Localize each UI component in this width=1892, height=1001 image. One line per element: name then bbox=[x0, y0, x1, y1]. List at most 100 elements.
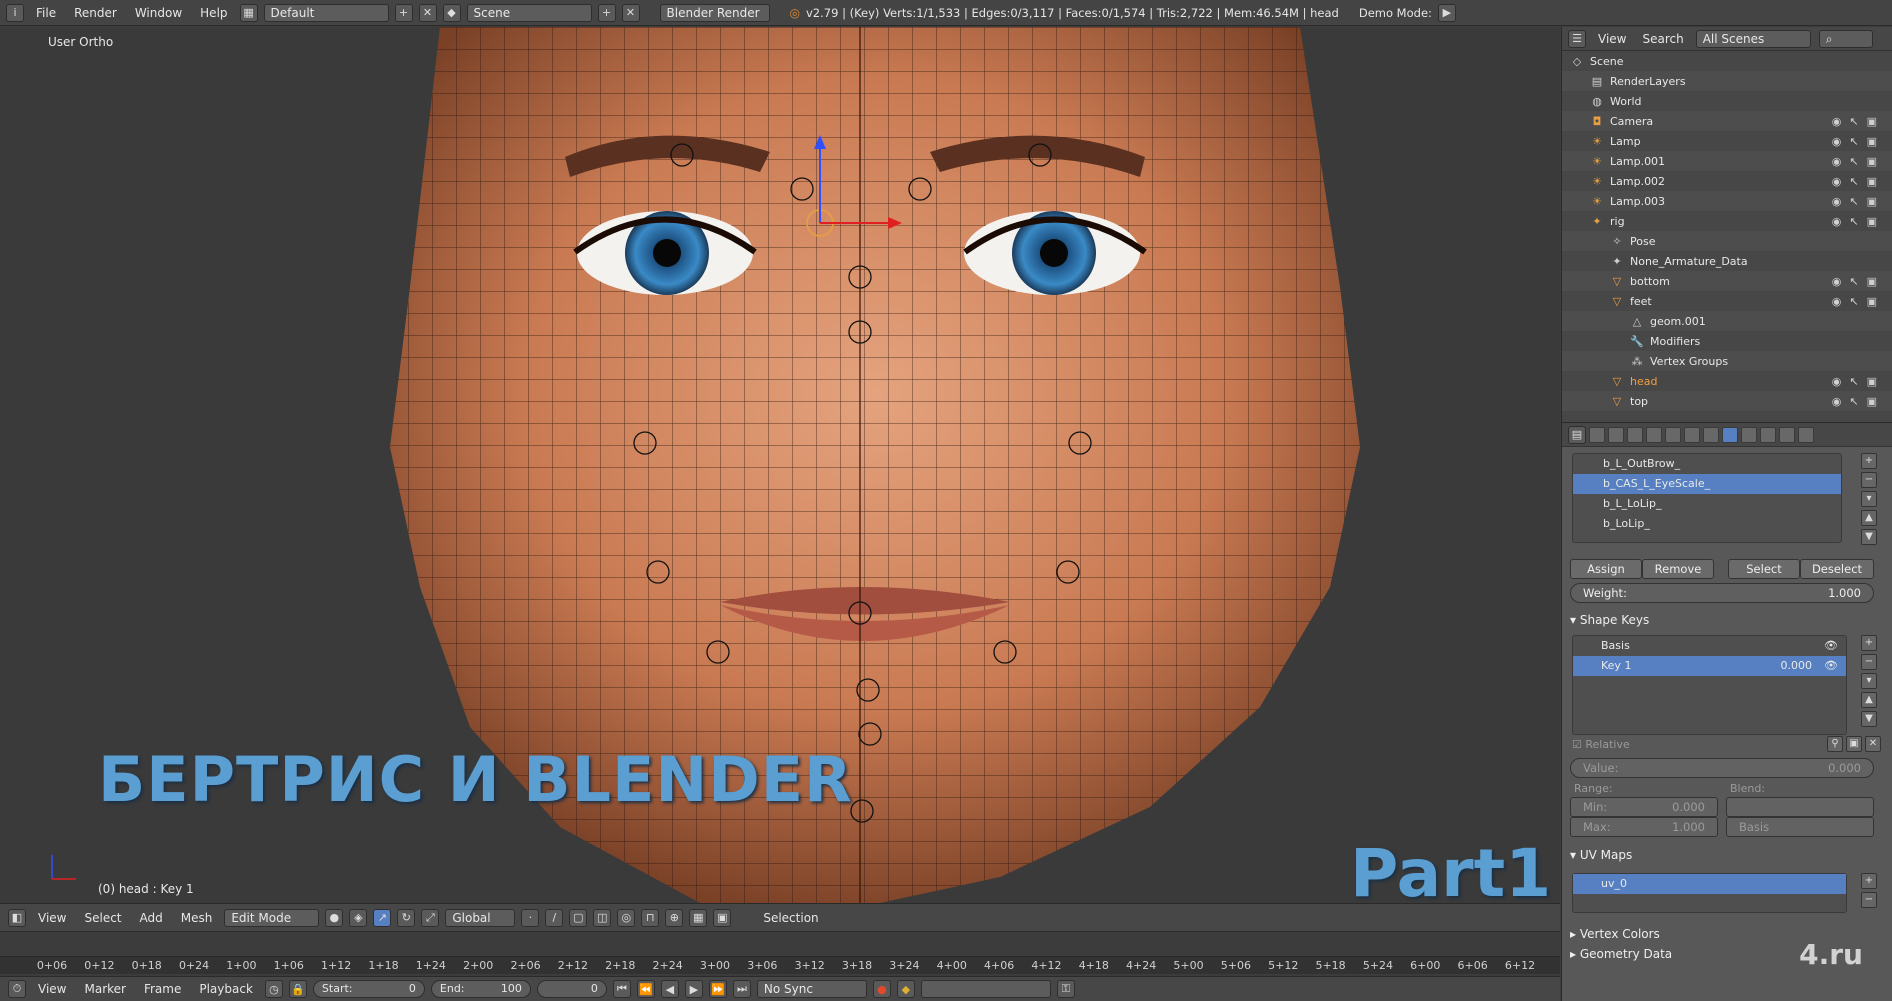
tl-menu-marker[interactable]: Marker bbox=[78, 982, 131, 996]
remove-button[interactable]: Remove bbox=[1642, 559, 1714, 579]
sync-dropdown[interactable]: No Sync bbox=[756, 980, 867, 998]
weight-field[interactable]: Weight: 1.000 bbox=[1570, 583, 1874, 603]
shape-key-eye-icon[interactable]: 👁 bbox=[1824, 636, 1838, 656]
visibility-toggles[interactable]: ◉↖▣ bbox=[1832, 195, 1885, 208]
texture-tab-icon[interactable] bbox=[1760, 426, 1776, 443]
outliner-row[interactable]: ☀ Lamp.002 ◉↖▣ bbox=[1562, 171, 1892, 191]
pin-icon[interactable]: ⚲ bbox=[1827, 736, 1843, 752]
clear-shape-icon[interactable]: ✕ bbox=[1865, 736, 1881, 752]
remove-scene-icon[interactable]: ✕ bbox=[621, 3, 640, 22]
ol-menu-view[interactable]: View bbox=[1594, 32, 1630, 46]
limit-selection-icon[interactable]: ◫ bbox=[593, 908, 612, 927]
min-field[interactable]: Min: 0.000 bbox=[1570, 797, 1718, 817]
keying-set-icon[interactable]: ◆ bbox=[896, 980, 915, 998]
tl-menu-view[interactable]: View bbox=[32, 982, 72, 996]
edit-mode-shape-icon[interactable]: ▣ bbox=[1846, 736, 1862, 752]
outliner-row[interactable]: ▽ bottom ◉↖▣ bbox=[1562, 271, 1892, 291]
select-button[interactable]: Select bbox=[1728, 559, 1800, 579]
edge-select-icon[interactable]: / bbox=[545, 908, 564, 927]
outliner-row[interactable]: ☀ Lamp.001 ◉↖▣ bbox=[1562, 151, 1892, 171]
record-icon[interactable]: ● bbox=[872, 980, 891, 998]
vertex-group-item[interactable]: b_L_OutBrow_ bbox=[1573, 454, 1841, 474]
vertex-group-list[interactable]: b_L_OutBrow_ b_CAS_L_EyeScale_ b_L_LoLip… bbox=[1572, 453, 1842, 543]
outliner-editor-icon[interactable]: ☰ bbox=[1568, 29, 1586, 48]
object-tab-icon[interactable] bbox=[1665, 426, 1681, 443]
shape-key-eye-icon[interactable]: 👁 bbox=[1824, 656, 1838, 676]
menu-file[interactable]: File bbox=[30, 6, 62, 20]
outliner-row[interactable]: ◍ World bbox=[1562, 91, 1892, 111]
mode-dropdown[interactable]: Edit Mode bbox=[224, 908, 320, 927]
visibility-toggles[interactable]: ◉↖▣ bbox=[1832, 155, 1885, 168]
tl-menu-frame[interactable]: Frame bbox=[138, 982, 187, 996]
modifiers-tab-icon[interactable] bbox=[1703, 426, 1719, 443]
outliner-row[interactable]: ▽ head ◉↖▣ bbox=[1562, 371, 1892, 391]
scene-dropdown[interactable]: Scene bbox=[466, 3, 592, 22]
move-down-icon[interactable]: ▼ bbox=[1861, 529, 1877, 545]
layers-tab-icon[interactable] bbox=[1608, 426, 1624, 443]
group-specials-icon[interactable]: ▾ bbox=[1861, 491, 1877, 507]
visibility-toggles[interactable]: ◉↖▣ bbox=[1832, 175, 1885, 188]
keying-set-field[interactable] bbox=[920, 980, 1051, 998]
remove-group-icon[interactable]: − bbox=[1861, 472, 1877, 488]
outliner-row[interactable]: ▽ top ◉↖▣ bbox=[1562, 391, 1892, 411]
visibility-toggles[interactable]: ◉↖▣ bbox=[1832, 135, 1885, 148]
shape-key-list[interactable]: Basis 👁 Key 1 0.000 👁 bbox=[1572, 635, 1847, 735]
relative-key-field[interactable]: Basis bbox=[1726, 817, 1874, 837]
jump-start-icon[interactable]: ⏮ bbox=[612, 980, 631, 998]
visibility-toggles[interactable]: ◉↖▣ bbox=[1832, 115, 1885, 128]
properties-editor-icon[interactable]: ▤ bbox=[1568, 425, 1586, 444]
shape-key-value[interactable]: 0.000 bbox=[1781, 656, 1813, 676]
screen-layout-icon[interactable]: ▦ bbox=[239, 3, 258, 22]
scale-manipulator-icon[interactable]: ⤢ bbox=[421, 908, 440, 927]
outliner-row[interactable]: ⁂ Vertex Groups bbox=[1562, 351, 1892, 371]
rotate-manipulator-icon[interactable]: ↻ bbox=[397, 908, 416, 927]
outliner-row[interactable]: ☀ Lamp.003 ◉↖▣ bbox=[1562, 191, 1892, 211]
visibility-toggles[interactable]: ◉↖▣ bbox=[1832, 375, 1885, 388]
menu-mesh[interactable]: Mesh bbox=[175, 911, 219, 925]
uv-maps-header[interactable]: ▾ UV Maps bbox=[1570, 848, 1632, 862]
menu-window[interactable]: Window bbox=[129, 6, 188, 20]
snap-icon[interactable]: ⊓ bbox=[641, 908, 660, 927]
layers-icon[interactable]: ▦ bbox=[689, 908, 708, 927]
remove-layout-icon[interactable]: ✕ bbox=[418, 3, 437, 22]
add-shape-key-icon[interactable]: + bbox=[1861, 635, 1877, 651]
start-frame-field[interactable]: Start: 0 bbox=[312, 980, 425, 998]
timeline-editor-icon[interactable]: ⏱ bbox=[8, 980, 26, 998]
add-scene-icon[interactable]: + bbox=[597, 3, 616, 22]
shape-key-down-icon[interactable]: ▼ bbox=[1861, 711, 1877, 727]
shape-key-item-selected[interactable]: Key 1 0.000 👁 bbox=[1573, 656, 1846, 676]
max-field[interactable]: Max: 1.000 bbox=[1570, 817, 1718, 837]
jump-end-icon[interactable]: ⏭ bbox=[732, 980, 751, 998]
deselect-button[interactable]: Deselect bbox=[1800, 559, 1874, 579]
geometry-data-header[interactable]: ▸ Geometry Data bbox=[1570, 947, 1672, 961]
snap-target-icon[interactable]: ⊕ bbox=[665, 908, 684, 927]
editor-type-icon[interactable]: ◧ bbox=[8, 908, 26, 927]
visibility-toggles[interactable]: ◉↖▣ bbox=[1832, 295, 1885, 308]
pivot-point-icon[interactable]: ◈ bbox=[349, 908, 368, 927]
add-uv-map-icon[interactable]: + bbox=[1861, 873, 1877, 889]
outliner-row[interactable]: ✦ rig ◉↖▣ bbox=[1562, 211, 1892, 231]
visibility-toggles[interactable]: ◉↖▣ bbox=[1832, 215, 1885, 228]
orientation-dropdown[interactable]: Global bbox=[445, 908, 516, 927]
display-mode-dropdown[interactable]: All Scenes bbox=[1695, 29, 1811, 48]
menu-help[interactable]: Help bbox=[194, 6, 233, 20]
menu-add[interactable]: Add bbox=[134, 911, 169, 925]
scene-tab-icon[interactable] bbox=[1627, 426, 1643, 443]
preview-range-icon[interactable]: ◷ bbox=[264, 980, 283, 998]
viewport-shading-icon[interactable]: ● bbox=[325, 908, 344, 927]
physics-tab-icon[interactable] bbox=[1798, 426, 1814, 443]
info-editor-icon[interactable]: i bbox=[6, 3, 24, 22]
layout-dropdown[interactable]: Default bbox=[263, 3, 389, 22]
uv-map-list[interactable]: uv_0 bbox=[1572, 873, 1847, 913]
proportional-edit-icon[interactable]: ◎ bbox=[617, 908, 636, 927]
constraints-tab-icon[interactable] bbox=[1684, 426, 1700, 443]
render-preview-icon[interactable]: ▣ bbox=[713, 908, 732, 927]
value-field[interactable]: Value: 0.000 bbox=[1570, 758, 1874, 778]
frame-ruler[interactable]: 0+06 0+12 0+18 0+24 1+00 1+06 1+12 1+18 1+24 2+00… bbox=[0, 956, 1560, 974]
shape-key-specials-icon[interactable]: ▾ bbox=[1861, 673, 1877, 689]
play-demo-icon[interactable]: ▶ bbox=[1437, 3, 1456, 22]
current-frame-field[interactable]: 0 bbox=[536, 980, 607, 998]
uv-map-item[interactable]: uv_0 bbox=[1573, 874, 1846, 894]
vertex-group-blend-field[interactable] bbox=[1726, 797, 1874, 817]
manipulator-icon[interactable]: ↗ bbox=[373, 908, 392, 927]
